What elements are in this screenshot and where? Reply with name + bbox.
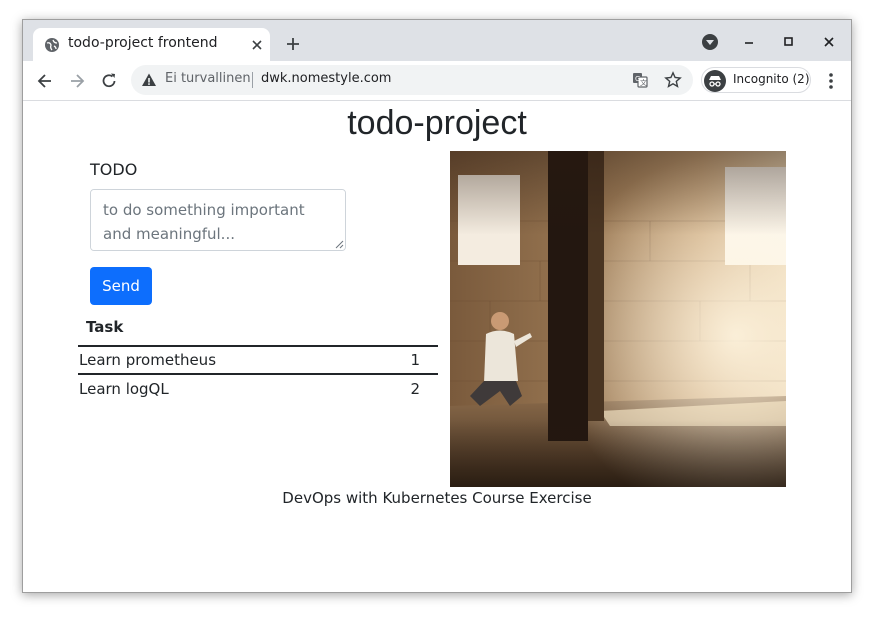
more-icon[interactable] <box>822 71 840 91</box>
incognito-icon <box>704 70 726 92</box>
resize-grip-icon[interactable] <box>335 240 344 249</box>
close-icon[interactable] <box>249 37 265 53</box>
star-icon[interactable] <box>664 71 682 89</box>
table-row: Learn logQL 2 <box>78 374 438 402</box>
page-title: todo-project <box>347 104 527 142</box>
maximize-icon[interactable] <box>779 32 799 52</box>
task-column-header: Task <box>78 308 377 347</box>
address-bar[interactable]: Ei turvallinen dwk.nomestyle.com G 文 <box>131 65 693 95</box>
send-button[interactable]: Send <box>90 267 152 305</box>
task-table: Task Learn prometheus 1 Learn logQL 2 <box>78 308 438 402</box>
daily-photo <box>450 151 786 487</box>
page-viewport: todo-project TODO Send Task Learn promet… <box>23 102 851 592</box>
tab-title: todo-project frontend <box>68 35 218 51</box>
table-row: Learn prometheus 1 <box>78 346 438 375</box>
task-id-cell: 2 <box>410 379 420 398</box>
reload-icon[interactable] <box>99 71 119 91</box>
minimize-icon[interactable] <box>739 32 759 52</box>
forward-icon[interactable] <box>67 71 87 91</box>
browser-toolbar: Ei turvallinen dwk.nomestyle.com G 文 Inc <box>23 61 851 101</box>
tab-strip: todo-project frontend <box>23 20 851 61</box>
browser-window: todo-project frontend Ei turvallinen dwk… <box>22 19 852 593</box>
close-window-icon[interactable] <box>819 32 839 52</box>
plus-icon[interactable] <box>282 33 304 55</box>
security-status[interactable]: Ei turvallinen <box>165 71 251 86</box>
task-cell: Learn logQL <box>79 379 169 398</box>
table-header-row: Task <box>78 308 438 347</box>
svg-text:文: 文 <box>640 78 647 87</box>
footer-text: DevOps with Kubernetes Course Exercise <box>282 489 592 507</box>
task-cell: Learn prometheus <box>78 346 377 375</box>
back-icon[interactable] <box>35 71 55 91</box>
id-column-header <box>376 308 438 347</box>
incognito-label: Incognito (2) <box>733 72 810 86</box>
translate-icon[interactable]: G 文 <box>632 72 648 88</box>
incognito-button[interactable]: Incognito (2) <box>701 67 811 93</box>
warning-icon[interactable] <box>141 72 157 88</box>
todo-label: TODO <box>90 160 138 179</box>
url-text[interactable]: dwk.nomestyle.com <box>261 71 391 86</box>
omnibox-divider <box>252 72 253 88</box>
todo-input[interactable] <box>90 189 346 251</box>
globe-icon <box>45 38 59 52</box>
browser-tab[interactable]: todo-project frontend <box>33 28 270 61</box>
tab-search-icon[interactable] <box>700 32 720 52</box>
task-id-cell: 1 <box>376 346 438 375</box>
